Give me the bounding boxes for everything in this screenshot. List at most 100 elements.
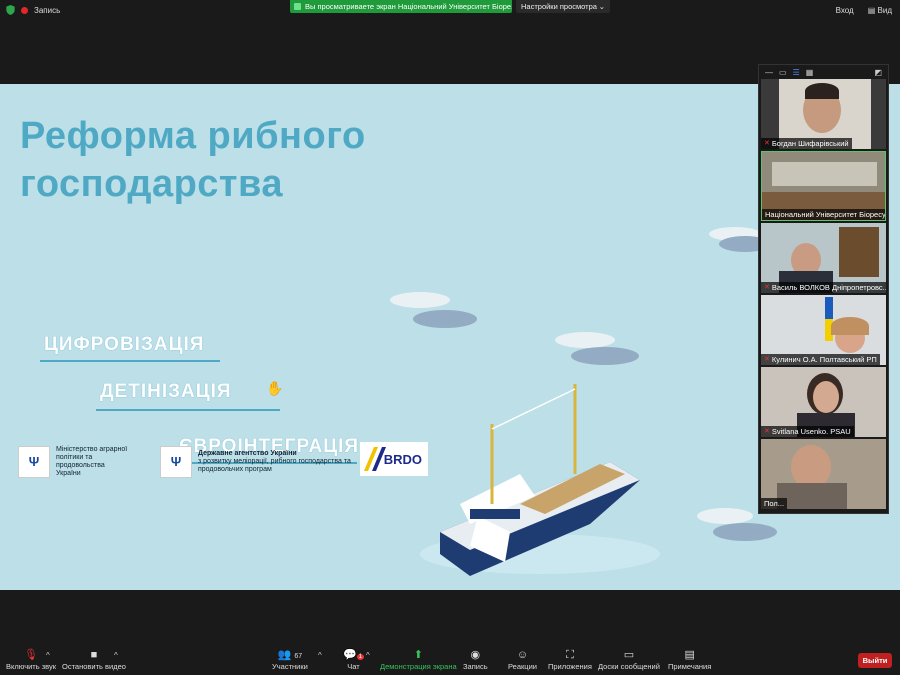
participant-tile[interactable]: ✕ Василь ВОЛКОВ Дніпропетровс... [761,223,886,293]
strip-view-icon[interactable]: ▭ [779,68,787,77]
brdo-logo: BRDO [360,442,428,476]
brdo-mark-icon [364,447,386,471]
share-banner[interactable]: Вы просматриваете экран Національний Уні… [290,0,512,13]
participant-tile[interactable]: ✕ Богдан Шифарівський [761,79,886,149]
underline [40,360,220,362]
share-screen-button[interactable]: ⬆ Демонстрация экрана [380,648,457,671]
leave-button[interactable]: Выйти [858,653,892,668]
chevron-down-icon: ⌄ [598,2,605,11]
apps-icon: ⛶ [566,649,574,661]
meeting-toolbar: 🎙 Включить звук ^ ■ Остановить видео ^ 👥… [0,643,900,675]
ship-icon [420,384,660,576]
share-label: Демонстрация экрана [380,662,457,671]
participant-name: Національний Університет Біоресу... [762,209,886,220]
gallery-view-icon[interactable]: ▦ [806,68,814,77]
record-label: Запись [463,662,488,671]
slide-title: Реформа рибного господарства [20,112,366,208]
participants-panel: — ▭ ☰ ▦ ◩ ✕ Богдан Шифарівський Національ… [758,64,889,514]
exit-fullscreen-icon[interactable]: ◩ [874,68,882,77]
whiteboards-button[interactable]: ▭ Доски сообщений [598,648,660,671]
view-options-label: Настройки просмотра [521,2,597,11]
name-text: Національний Університет Біоресу... [765,210,886,219]
reactions-button[interactable]: ☺ Реакции [508,648,537,671]
chevron-up-icon[interactable]: ^ [318,651,322,660]
chat-label: Чат [347,662,360,671]
participant-tile[interactable]: ✕ Svitlana Usenko. PSAU [761,367,886,437]
unmute-label: Включить звук [6,662,57,671]
muted-mic-icon: ✕ [764,140,770,147]
agency-title: Державне агентство України [198,450,297,457]
name-text: Богдан Шифарівський [771,139,849,148]
trident-icon: Ψ [18,446,50,478]
top-bar: Запись Вы просматриваете экран Національ… [0,0,900,24]
participants-count: 67 [294,653,303,660]
share-banner-text: Вы просматриваете экран Національний Уні… [305,2,512,11]
panel-toolbar: — ▭ ☰ ▦ ◩ [759,65,888,79]
participant-tile[interactable]: Національний Університет Біоресу... [761,151,886,221]
name-text: Василь ВОЛКОВ Дніпропетровс... [771,283,886,292]
agency-text: з розвитку меліорації, рибного господарс… [198,458,351,473]
chevron-up-icon[interactable]: ^ [366,651,370,660]
speaker-view-icon[interactable]: ☰ [793,68,800,77]
chevron-up-icon[interactable]: ^ [114,651,118,660]
keyword-deshadowing: ДЕТІНІЗАЦІЯ [96,381,280,411]
name-text: Пол... [764,499,785,508]
chat-button[interactable]: 💬 1 Чат [343,648,365,671]
stop-video-label: Остановить видео [62,662,126,671]
title-line-2: господарства [20,163,284,205]
muted-mic-icon: ✕ [764,356,770,363]
agency-icon: Ψ [160,446,192,478]
view-button[interactable]: ▤ Вид [868,6,892,15]
notes-icon: ▤ [684,649,695,661]
record-dot-icon [21,6,28,14]
chat-badge: 1 [356,654,365,660]
participant-tile[interactable]: ✕ Кулинич О.А. Полтавський РП [761,295,886,365]
recording-indicator[interactable]: Запись [6,5,60,15]
record-button[interactable]: ◉ Запись [463,648,488,671]
notes-button[interactable]: ▤ Примечания [668,648,711,671]
whiteboards-label: Доски сообщений [598,662,660,671]
agency-logo: Ψ Державне агентство України з розвитку … [160,446,358,478]
muted-mic-icon: ✕ [764,284,770,291]
muted-mic-icon: 🎙 [24,649,38,661]
keyword-label: ДЕТІНІЗАЦІЯ [100,381,232,402]
apps-label: Приложения [548,662,592,671]
view-label: Вид [877,6,892,15]
record-icon: ◉ [470,649,481,661]
smiley-icon: ☺ [516,649,529,661]
minimize-icon[interactable]: — [765,68,773,77]
name-text: Кулинич О.А. Полтавський РП [771,355,877,364]
name-text: Svitlana Usenko. PSAU [771,427,851,436]
view-options-button[interactable]: Настройки просмотра ⌄ [516,0,610,13]
recording-label: Запись [34,5,61,15]
keyword-digitalization: ЦИФРОВІЗАЦІЯ [40,334,220,362]
participants-icon: 👥 67 [277,649,303,661]
participant-name: ✕ Василь ВОЛКОВ Дніпропетровс... [761,282,886,293]
reactions-label: Реакции [508,662,537,671]
participant-name: ✕ Богдан Шифарівський [761,138,852,149]
share-screen-icon [294,3,301,10]
participants-button[interactable]: 👥 67 Участники [272,648,308,671]
chat-icon: 💬 1 [343,649,365,661]
muted-mic-icon: ✕ [764,428,770,435]
notes-label: Примечания [668,662,712,671]
participants-label: Участники [272,662,308,671]
ministry-logo: Ψ Міністерство аграрної політики та прод… [18,446,130,478]
hand-cursor-icon: ✋ [266,380,284,396]
login-button[interactable]: Вход [836,6,854,15]
title-line-1: Реформа рибного [20,115,366,157]
chevron-up-icon[interactable]: ^ [46,651,50,660]
underline [96,409,280,411]
share-screen-icon: ⬆ [413,649,423,661]
participant-tile[interactable]: Пол... [761,439,886,509]
participant-name: ✕ Svitlana Usenko. PSAU [761,426,854,437]
keyword-label: ЦИФРОВІЗАЦІЯ [44,334,205,355]
ministry-text: Міністерство аграрної політики та продов… [56,446,128,477]
participant-name: Пол... [761,498,788,509]
brdo-text: BRDO [383,451,422,467]
shield-icon [6,5,15,15]
whiteboard-icon: ▭ [623,649,635,661]
participant-name: ✕ Кулинич О.А. Полтавський РП [761,354,880,365]
apps-button[interactable]: ⛶ Приложения [548,648,592,671]
video-camera-icon: ■ [90,649,98,661]
